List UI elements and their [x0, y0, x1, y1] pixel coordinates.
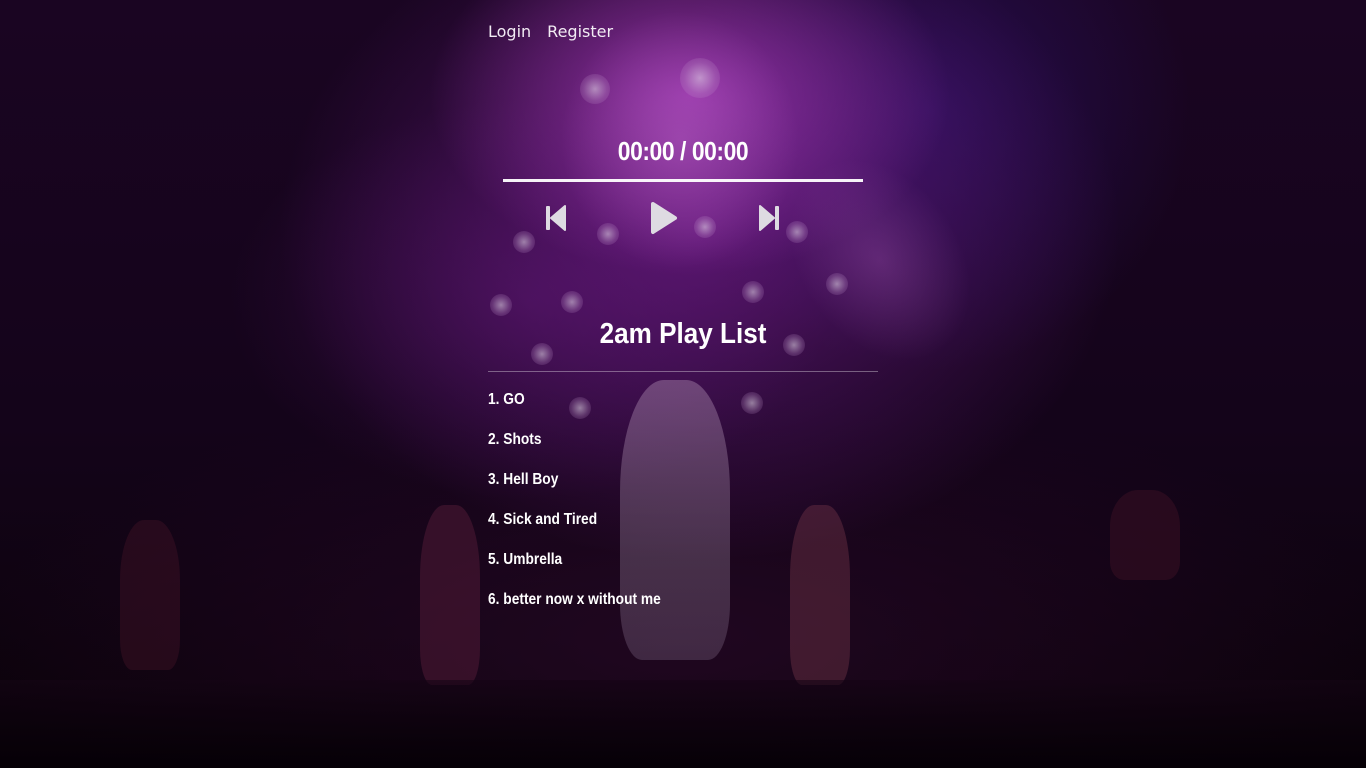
play-icon [651, 202, 677, 234]
track-item[interactable]: 5. Umbrella [488, 548, 661, 588]
track-item[interactable]: 3. Hell Boy [488, 468, 661, 508]
stage-light [490, 294, 512, 316]
playlist-title: 2am Play List [599, 318, 767, 350]
progress-bar[interactable] [503, 179, 863, 182]
concert-background: Login Register 00:00 / 00:00 2am Play Li… [0, 0, 1366, 768]
stage-light [694, 216, 716, 238]
track-list: 1. GO 2. Shots 3. Hell Boy 4. Sick and T… [488, 388, 689, 628]
stage-light [513, 231, 535, 253]
stage-light [741, 392, 763, 414]
stage-light [580, 74, 610, 104]
stage-light [826, 273, 848, 295]
previous-button[interactable] [543, 201, 569, 235]
stage-light [561, 291, 583, 313]
register-link[interactable]: Register [547, 22, 613, 41]
login-link[interactable]: Login [488, 22, 531, 41]
playlist-divider [488, 371, 878, 372]
stage-light [680, 58, 720, 98]
track-item[interactable]: 1. GO [488, 388, 661, 428]
dancer-silhouette [120, 520, 180, 670]
top-nav: Login Register [488, 22, 613, 41]
stage-light [742, 281, 764, 303]
track-item[interactable]: 4. Sick and Tired [488, 508, 661, 548]
next-button[interactable] [756, 201, 782, 235]
stage-light [597, 223, 619, 245]
skip-forward-icon [759, 205, 779, 231]
stage-light [786, 221, 808, 243]
dancer-silhouette [790, 505, 850, 685]
track-item[interactable]: 2. Shots [488, 428, 661, 468]
stage-floor [0, 680, 1366, 768]
dancer-silhouette [1110, 490, 1180, 580]
track-item[interactable]: 6. better now x without me [488, 588, 661, 628]
time-display: 00:00 / 00:00 [617, 136, 749, 166]
skip-back-icon [546, 205, 566, 231]
play-button[interactable] [646, 201, 680, 235]
dancer-silhouette [420, 505, 480, 685]
